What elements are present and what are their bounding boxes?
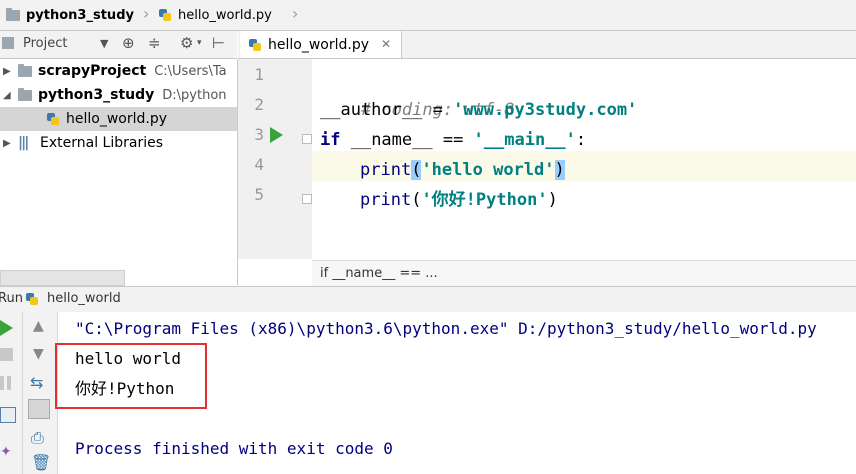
- tree-item-label: hello_world.py: [66, 111, 168, 127]
- run-gutter-icon[interactable]: [270, 127, 283, 143]
- rerun-icon[interactable]: [0, 320, 13, 336]
- keyword-token: if: [320, 130, 341, 150]
- run-toolbar-primary: ✦: [0, 312, 23, 474]
- console-exit-message: Process finished with exit code 0: [75, 439, 393, 458]
- tree-item-path: D:\python: [162, 87, 227, 103]
- code-line-4: print('hello world'): [360, 155, 565, 185]
- soft-wrap-icon[interactable]: ⇆: [30, 373, 43, 392]
- code-token: __name__ ==: [340, 130, 474, 150]
- tree-item-external-libraries[interactable]: ||| External Libraries: [18, 131, 163, 155]
- close-icon[interactable]: ✕: [381, 37, 391, 51]
- console-command-line: "C:\Program Files (x86)\python3.6\python…: [75, 319, 817, 338]
- string-token: 'www.py3study.com': [453, 100, 638, 120]
- string-token: 'hello world': [421, 160, 555, 180]
- navigation-bar: python3_study › hello_world.py ›: [0, 0, 856, 31]
- code-token: __author__ =: [320, 100, 454, 120]
- run-panel-header: Run hello_world: [0, 286, 856, 313]
- run-config-label[interactable]: hello_world: [47, 291, 121, 306]
- tree-item-scrapyproject[interactable]: scrapyProject C:\Users\Ta: [18, 59, 227, 83]
- code-token: (: [411, 190, 422, 210]
- tree-item-label: scrapyProject: [38, 63, 147, 79]
- run-panel-title: Run: [0, 291, 23, 306]
- tree-item-python3-study[interactable]: python3_study D:\python: [18, 83, 227, 107]
- tab-label: hello_world.py: [268, 36, 370, 53]
- print-icon[interactable]: ⎙: [31, 428, 44, 448]
- libraries-icon: |||: [18, 135, 29, 151]
- tree-item-path: C:\Users\Ta: [154, 63, 227, 79]
- fold-icon[interactable]: [302, 134, 312, 144]
- python-file-icon: [46, 112, 60, 126]
- expand-arrow-icon[interactable]: ▶: [3, 138, 11, 149]
- code-line-1: # coding: utf-8: [320, 65, 515, 120]
- breadcrumb-file[interactable]: hello_world.py: [158, 0, 272, 30]
- stop-icon[interactable]: [0, 348, 13, 361]
- tree-item-hello-world[interactable]: hello_world.py: [0, 107, 237, 131]
- editor-gutter: 1 2 3 4 5: [238, 59, 313, 259]
- gear-icon[interactable]: ⚙: [180, 34, 193, 52]
- editor-breadcrumb-label: if __name__ == ...: [320, 266, 438, 281]
- folder-icon: [18, 87, 32, 101]
- project-panel-title[interactable]: Project: [23, 36, 67, 51]
- python-file-icon: [158, 8, 172, 22]
- project-tree: ▶ scrapyProject C:\Users\Ta ◢ python3_st…: [0, 59, 238, 286]
- folder-icon: [18, 63, 32, 77]
- line-number: 5: [254, 185, 264, 204]
- builtin-token: print: [360, 160, 412, 180]
- breadcrumb-project-label: python3_study: [26, 7, 134, 23]
- target-icon[interactable]: ⊕: [122, 34, 135, 52]
- horizontal-scrollbar[interactable]: [0, 270, 125, 286]
- project-panel-toolbar: Project ▼ ⊕ ≑ ⚙ ▾ ⊢: [0, 31, 237, 59]
- expand-arrow-icon[interactable]: ▶: [3, 66, 11, 77]
- python-file-icon: [248, 38, 262, 52]
- run-toolbar-secondary: ▲ ▼ ⇆ ⎙ 🗑: [23, 312, 58, 474]
- hide-panel-icon[interactable]: ⊢: [212, 34, 225, 52]
- editor-breadcrumb[interactable]: if __name__ == ...: [312, 260, 856, 286]
- python-file-icon: [25, 292, 39, 306]
- collapse-all-icon[interactable]: ≑: [148, 34, 161, 52]
- code-line-3: if __name__ == '__main__':: [320, 125, 586, 155]
- chevron-right-icon: ›: [292, 4, 299, 23]
- breadcrumb-project[interactable]: python3_study: [6, 0, 134, 30]
- brace-match: ): [554, 160, 565, 180]
- trash-icon[interactable]: 🗑: [31, 453, 51, 472]
- builtin-token: print: [360, 190, 412, 210]
- arrow-down-icon[interactable]: ▼: [33, 346, 44, 362]
- code-token: ): [547, 190, 558, 210]
- dropdown-arrow-icon[interactable]: ▼: [100, 37, 108, 50]
- string-token: '__main__': [473, 130, 576, 150]
- pause-icon[interactable]: [0, 376, 4, 390]
- line-number: 3: [254, 125, 264, 144]
- folder-icon: [6, 7, 20, 21]
- tree-item-label: External Libraries: [40, 135, 163, 151]
- code-editor[interactable]: # coding: utf-8 __author__ = 'www.py3stu…: [312, 59, 856, 259]
- collapse-arrow-icon[interactable]: ◢: [3, 90, 11, 101]
- tree-item-label: python3_study: [38, 87, 155, 103]
- chevron-right-icon: ›: [143, 4, 150, 23]
- fold-icon[interactable]: [302, 194, 312, 204]
- scroll-to-end-icon[interactable]: [28, 399, 50, 419]
- code-line-5: print('你好!Python'): [360, 185, 558, 215]
- code-line-2: __author__ = 'www.py3study.com': [320, 95, 637, 125]
- string-token: '你好!Python': [421, 190, 548, 210]
- line-number: 1: [254, 65, 264, 84]
- arrow-up-icon[interactable]: ▲: [33, 318, 44, 334]
- breadcrumb-file-label: hello_world.py: [178, 7, 272, 23]
- line-number: 2: [254, 95, 264, 114]
- dropdown-arrow-icon[interactable]: ▾: [197, 38, 202, 48]
- line-number: 4: [254, 155, 264, 174]
- brace-match: (: [411, 160, 422, 180]
- code-token: :: [575, 130, 587, 150]
- layout-icon[interactable]: [0, 407, 16, 423]
- pin-icon[interactable]: ✦: [0, 444, 12, 460]
- highlight-annotation-box: [55, 343, 207, 409]
- project-view-icon: [2, 37, 14, 49]
- editor-tab-bar: hello_world.py ✕: [238, 31, 856, 59]
- tab-hello-world[interactable]: hello_world.py ✕: [240, 31, 402, 58]
